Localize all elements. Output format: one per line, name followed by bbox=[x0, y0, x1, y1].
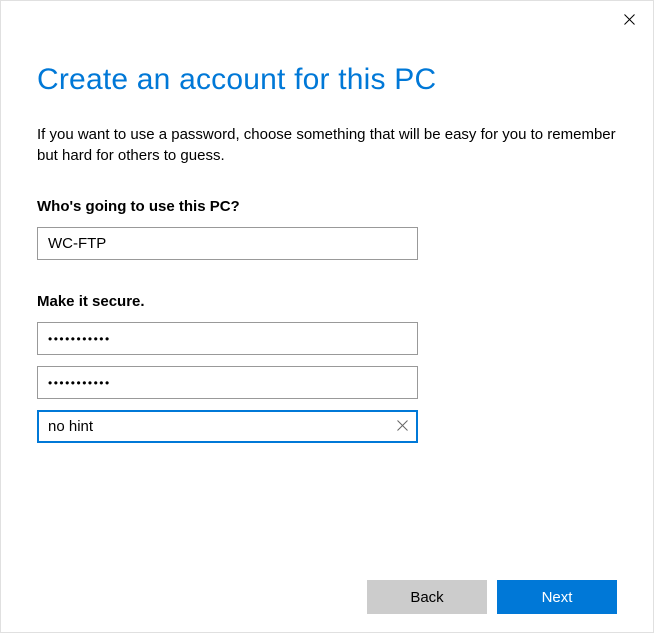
page-title: Create an account for this PC bbox=[37, 63, 617, 97]
close-button[interactable] bbox=[617, 9, 641, 33]
hint-field-wrap bbox=[37, 410, 418, 454]
password-confirm-field-wrap bbox=[37, 366, 418, 410]
clear-hint-button[interactable] bbox=[386, 410, 418, 443]
dialog-content: Create an account for this PC If you wan… bbox=[1, 1, 653, 454]
next-button[interactable]: Next bbox=[497, 580, 617, 614]
username-input[interactable] bbox=[37, 227, 418, 260]
password-hint-input[interactable] bbox=[37, 410, 418, 443]
username-field-wrap bbox=[37, 227, 418, 271]
back-button[interactable]: Back bbox=[367, 580, 487, 614]
username-label: Who's going to use this PC? bbox=[37, 198, 617, 215]
password-input[interactable] bbox=[37, 322, 418, 355]
close-icon bbox=[624, 12, 635, 30]
page-subtitle: If you want to use a password, choose so… bbox=[37, 125, 617, 166]
password-confirm-input[interactable] bbox=[37, 366, 418, 399]
password-field-wrap bbox=[37, 322, 418, 366]
password-section-label: Make it secure. bbox=[37, 293, 617, 310]
footer-buttons: Back Next bbox=[367, 580, 617, 614]
clear-icon bbox=[397, 418, 408, 436]
